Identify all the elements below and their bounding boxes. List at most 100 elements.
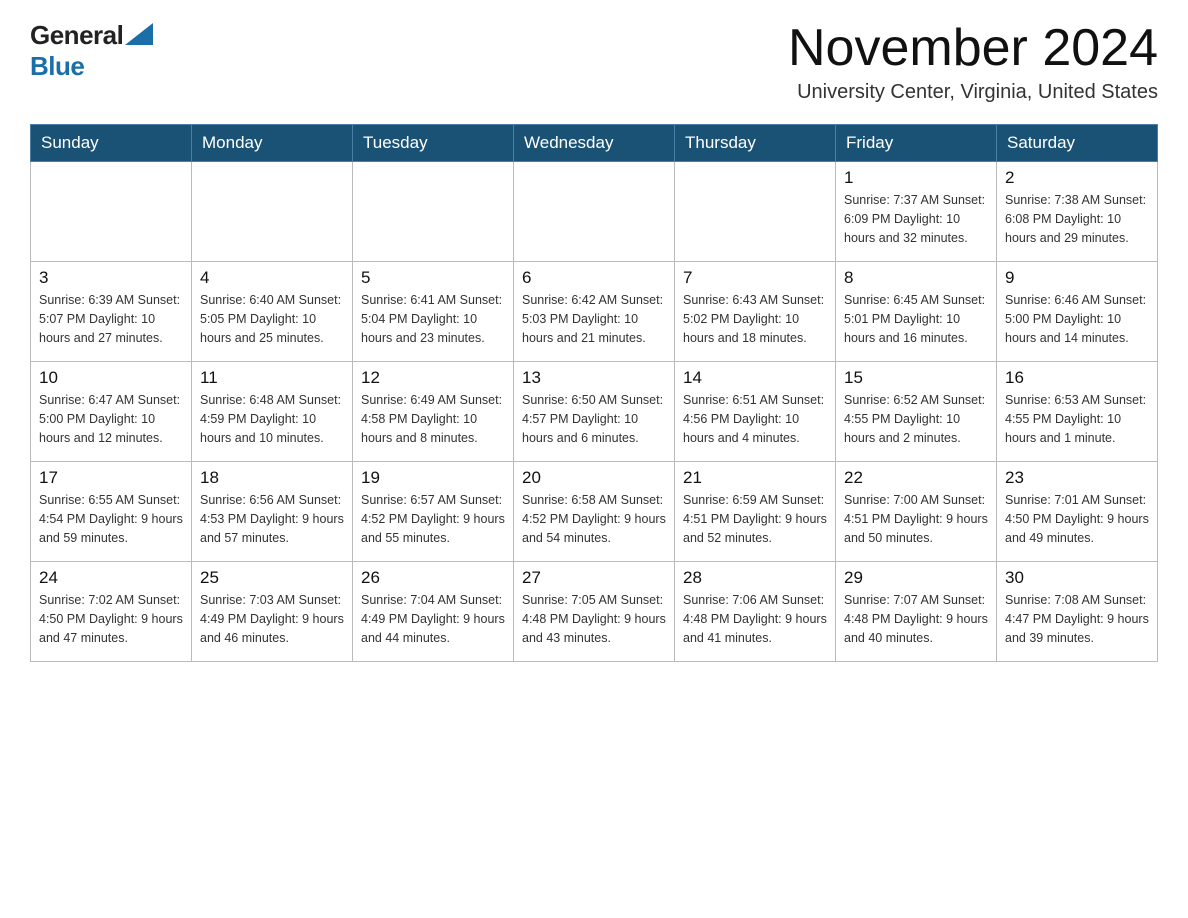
calendar-header-saturday: Saturday	[997, 125, 1158, 162]
calendar-header-thursday: Thursday	[675, 125, 836, 162]
location-subtitle: University Center, Virginia, United Stat…	[788, 81, 1158, 104]
day-number: 27	[522, 568, 666, 588]
calendar-cell: 10Sunrise: 6:47 AM Sunset: 5:00 PM Dayli…	[31, 362, 192, 462]
day-number: 22	[844, 468, 988, 488]
day-number: 9	[1005, 268, 1149, 288]
day-info: Sunrise: 7:03 AM Sunset: 4:49 PM Dayligh…	[200, 591, 344, 647]
day-number: 14	[683, 368, 827, 388]
day-info: Sunrise: 6:41 AM Sunset: 5:04 PM Dayligh…	[361, 291, 505, 347]
calendar-week-4: 17 Sunrise: 6:55 AM Sunset: 4:54 PM Dayli…	[31, 462, 1158, 562]
calendar-cell: 13Sunrise: 6:50 AM Sunset: 4:57 PM Dayli…	[514, 362, 675, 462]
day-number: 8	[844, 268, 988, 288]
calendar-week-5: 24 Sunrise: 7:02 AM Sunset: 4:50 PM Dayli…	[31, 562, 1158, 662]
calendar-header-friday: Friday	[836, 125, 997, 162]
day-number: 25	[200, 568, 344, 588]
calendar-cell: 16Sunrise: 6:53 AM Sunset: 4:55 PM Dayli…	[997, 362, 1158, 462]
day-info: Sunrise: 6:49 AM Sunset: 4:58 PM Dayligh…	[361, 391, 505, 447]
calendar-week-2: 3 Sunrise: 6:39 AM Sunset: 5:07 PM Daylig…	[31, 262, 1158, 362]
day-info: Sunrise: 7:08 AM Sunset: 4:47 PM Dayligh…	[1005, 591, 1149, 647]
day-number: 30	[1005, 568, 1149, 588]
day-info: Sunrise: 6:59 AM Sunset: 4:51 PM Dayligh…	[683, 491, 827, 547]
calendar-cell: 28 Sunrise: 7:06 AM Sunset: 4:48 PM Dayli…	[675, 562, 836, 662]
calendar-header-sunday: Sunday	[31, 125, 192, 162]
day-number: 23	[1005, 468, 1149, 488]
calendar-cell	[514, 162, 675, 262]
day-info: Sunrise: 7:01 AM Sunset: 4:50 PM Dayligh…	[1005, 491, 1149, 547]
day-info: Sunrise: 7:07 AM Sunset: 4:48 PM Dayligh…	[844, 591, 988, 647]
day-number: 11	[200, 368, 344, 388]
calendar-cell: 9Sunrise: 6:46 AM Sunset: 5:00 PM Daylig…	[997, 262, 1158, 362]
calendar-cell: 2Sunrise: 7:38 AM Sunset: 6:08 PM Daylig…	[997, 162, 1158, 262]
calendar-cell: 22 Sunrise: 7:00 AM Sunset: 4:51 PM Dayli…	[836, 462, 997, 562]
day-number: 15	[844, 368, 988, 388]
calendar-cell: 18Sunrise: 6:56 AM Sunset: 4:53 PM Dayli…	[192, 462, 353, 562]
day-number: 20	[522, 468, 666, 488]
month-title: November 2024	[788, 20, 1158, 77]
day-number: 21	[683, 468, 827, 488]
calendar-cell: 12 Sunrise: 6:49 AM Sunset: 4:58 PM Dayli…	[353, 362, 514, 462]
day-info: Sunrise: 6:48 AM Sunset: 4:59 PM Dayligh…	[200, 391, 344, 447]
calendar-cell: 23 Sunrise: 7:01 AM Sunset: 4:50 PM Dayli…	[997, 462, 1158, 562]
day-number: 24	[39, 568, 183, 588]
calendar-cell: 14Sunrise: 6:51 AM Sunset: 4:56 PM Dayli…	[675, 362, 836, 462]
day-info: Sunrise: 6:58 AM Sunset: 4:52 PM Dayligh…	[522, 491, 666, 547]
day-info: Sunrise: 7:37 AM Sunset: 6:09 PM Dayligh…	[844, 191, 988, 247]
calendar-header-wednesday: Wednesday	[514, 125, 675, 162]
calendar-cell: 20 Sunrise: 6:58 AM Sunset: 4:52 PM Dayli…	[514, 462, 675, 562]
calendar-week-3: 10Sunrise: 6:47 AM Sunset: 5:00 PM Dayli…	[31, 362, 1158, 462]
day-info: Sunrise: 6:39 AM Sunset: 5:07 PM Dayligh…	[39, 291, 183, 347]
logo-triangle-icon	[125, 23, 153, 45]
day-info: Sunrise: 7:02 AM Sunset: 4:50 PM Dayligh…	[39, 591, 183, 647]
calendar-cell: 21 Sunrise: 6:59 AM Sunset: 4:51 PM Dayli…	[675, 462, 836, 562]
calendar-header-row: SundayMondayTuesdayWednesdayThursdayFrid…	[31, 125, 1158, 162]
calendar-cell: 8 Sunrise: 6:45 AM Sunset: 5:01 PM Daylig…	[836, 262, 997, 362]
day-number: 3	[39, 268, 183, 288]
calendar-cell: 17 Sunrise: 6:55 AM Sunset: 4:54 PM Dayli…	[31, 462, 192, 562]
calendar-cell: 19 Sunrise: 6:57 AM Sunset: 4:52 PM Dayli…	[353, 462, 514, 562]
calendar-week-1: 1 Sunrise: 7:37 AM Sunset: 6:09 PM Daylig…	[31, 162, 1158, 262]
day-number: 5	[361, 268, 505, 288]
day-number: 17	[39, 468, 183, 488]
day-info: Sunrise: 7:00 AM Sunset: 4:51 PM Dayligh…	[844, 491, 988, 547]
day-number: 4	[200, 268, 344, 288]
calendar-cell: 7 Sunrise: 6:43 AM Sunset: 5:02 PM Daylig…	[675, 262, 836, 362]
calendar-cell: 4 Sunrise: 6:40 AM Sunset: 5:05 PM Daylig…	[192, 262, 353, 362]
calendar-cell: 1 Sunrise: 7:37 AM Sunset: 6:09 PM Daylig…	[836, 162, 997, 262]
day-info: Sunrise: 6:57 AM Sunset: 4:52 PM Dayligh…	[361, 491, 505, 547]
calendar-cell: 5 Sunrise: 6:41 AM Sunset: 5:04 PM Daylig…	[353, 262, 514, 362]
day-number: 29	[844, 568, 988, 588]
day-number: 19	[361, 468, 505, 488]
day-info: Sunrise: 6:52 AM Sunset: 4:55 PM Dayligh…	[844, 391, 988, 447]
calendar-cell	[353, 162, 514, 262]
day-info: Sunrise: 6:40 AM Sunset: 5:05 PM Dayligh…	[200, 291, 344, 347]
day-number: 28	[683, 568, 827, 588]
calendar-cell	[675, 162, 836, 262]
day-info: Sunrise: 6:45 AM Sunset: 5:01 PM Dayligh…	[844, 291, 988, 347]
calendar-cell: 6Sunrise: 6:42 AM Sunset: 5:03 PM Daylig…	[514, 262, 675, 362]
calendar-table: SundayMondayTuesdayWednesdayThursdayFrid…	[30, 124, 1158, 662]
day-info: Sunrise: 6:55 AM Sunset: 4:54 PM Dayligh…	[39, 491, 183, 547]
day-info: Sunrise: 6:42 AM Sunset: 5:03 PM Dayligh…	[522, 291, 666, 347]
day-number: 16	[1005, 368, 1149, 388]
logo-blue-text: Blue	[30, 51, 84, 82]
calendar-cell: 11 Sunrise: 6:48 AM Sunset: 4:59 PM Dayli…	[192, 362, 353, 462]
logo-general-text: General	[30, 20, 123, 51]
day-info: Sunrise: 6:43 AM Sunset: 5:02 PM Dayligh…	[683, 291, 827, 347]
calendar-cell: 15 Sunrise: 6:52 AM Sunset: 4:55 PM Dayli…	[836, 362, 997, 462]
calendar-cell: 3 Sunrise: 6:39 AM Sunset: 5:07 PM Daylig…	[31, 262, 192, 362]
day-info: Sunrise: 7:06 AM Sunset: 4:48 PM Dayligh…	[683, 591, 827, 647]
calendar-cell: 26Sunrise: 7:04 AM Sunset: 4:49 PM Dayli…	[353, 562, 514, 662]
day-number: 1	[844, 168, 988, 188]
day-number: 7	[683, 268, 827, 288]
day-number: 13	[522, 368, 666, 388]
calendar-cell: 25 Sunrise: 7:03 AM Sunset: 4:49 PM Dayli…	[192, 562, 353, 662]
day-number: 18	[200, 468, 344, 488]
calendar-cell: 27 Sunrise: 7:05 AM Sunset: 4:48 PM Dayli…	[514, 562, 675, 662]
calendar-cell: 30 Sunrise: 7:08 AM Sunset: 4:47 PM Dayli…	[997, 562, 1158, 662]
day-number: 12	[361, 368, 505, 388]
title-block: November 2024 University Center, Virgini…	[788, 20, 1158, 104]
logo: General Blue	[30, 20, 153, 82]
day-info: Sunrise: 7:05 AM Sunset: 4:48 PM Dayligh…	[522, 591, 666, 647]
day-number: 2	[1005, 168, 1149, 188]
calendar-header-monday: Monday	[192, 125, 353, 162]
